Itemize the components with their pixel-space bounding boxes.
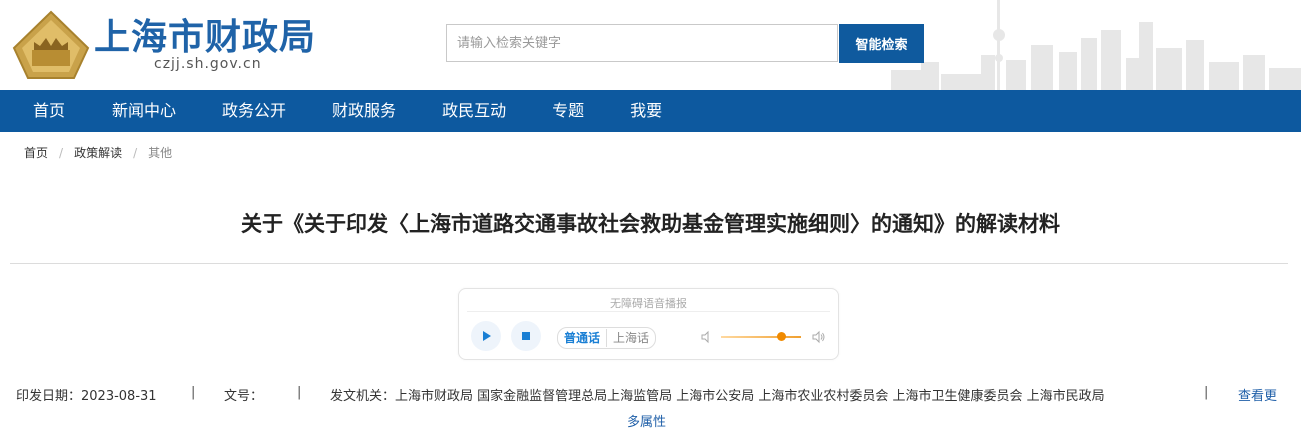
nav-item-news[interactable]: 新闻中心 — [112, 90, 176, 132]
play-button[interactable] — [471, 321, 501, 351]
document-number-label: 文号： — [224, 389, 264, 404]
smart-search-button[interactable]: 智能检索 — [839, 24, 924, 63]
site-title[interactable]: 上海市财政局 — [94, 8, 316, 60]
city-skyline-banner — [891, 0, 1301, 90]
nav-item-home[interactable]: 首页 — [33, 90, 65, 132]
meta-separator: | — [1204, 385, 1209, 400]
nav-item-gov-affairs[interactable]: 政务公开 — [222, 90, 286, 132]
breadcrumb-separator: / — [59, 145, 64, 160]
more-attributes-link-continued[interactable]: 多属性 — [627, 411, 666, 430]
volume-low-icon[interactable] — [699, 329, 715, 345]
breadcrumb-current: 其他 — [148, 146, 173, 160]
lang-mandarin-option[interactable]: 普通话 — [558, 329, 606, 347]
player-label: 无障碍语音播报 — [610, 297, 687, 310]
site-domain: czjj.sh.gov.cn — [154, 56, 262, 72]
breadcrumb-policy-interpretation[interactable]: 政策解读 — [74, 144, 122, 161]
article-title: 关于《关于印发〈上海市道路交通事故社会救助基金管理实施细则〉的通知》的解读材料 — [241, 212, 1060, 236]
main-nav: 首页 新闻中心 政务公开 财政服务 政民互动 专题 我要 — [0, 90, 1301, 132]
shanghai-emblem-logo — [12, 10, 90, 79]
nav-item-topics[interactable]: 专题 — [552, 90, 584, 132]
more-attributes-link[interactable]: 查看更 — [1238, 385, 1277, 404]
breadcrumb-separator: / — [133, 145, 138, 160]
volume-slider-handle[interactable] — [776, 332, 786, 341]
meta-separator: | — [297, 385, 302, 400]
language-toggle: 普通话 上海话 — [557, 327, 657, 349]
stop-icon — [522, 332, 530, 340]
issuing-authorities: 发文机关：上海市财政局 国家金融监督管理总局上海监管局 上海市公安局 上海市农业… — [330, 389, 1105, 404]
title-divider — [10, 263, 1288, 264]
breadcrumb: 首页 / 政策解读 / 其他 — [24, 144, 172, 161]
nav-item-interaction[interactable]: 政民互动 — [442, 90, 506, 132]
play-icon — [483, 331, 491, 341]
publish-date: 印发日期：2023-08-31 — [16, 389, 157, 404]
search-box — [446, 24, 838, 62]
nav-item-i-want[interactable]: 我要 — [630, 90, 662, 132]
site-header: 上海市财政局 czjj.sh.gov.cn 智能检索 — [0, 0, 1301, 90]
volume-high-icon[interactable] — [811, 329, 827, 345]
search-input[interactable] — [447, 25, 837, 61]
nav-item-finance-services[interactable]: 财政服务 — [332, 90, 396, 132]
accessibility-audio-player: 无障碍语音播报 普通话 上海话 — [458, 288, 839, 360]
stop-button[interactable] — [511, 321, 541, 351]
player-divider — [467, 311, 830, 312]
volume-slider-track[interactable] — [721, 336, 801, 338]
breadcrumb-home[interactable]: 首页 — [24, 144, 48, 161]
meta-separator: | — [191, 385, 196, 400]
lang-shanghainese-option[interactable]: 上海话 — [606, 329, 655, 347]
